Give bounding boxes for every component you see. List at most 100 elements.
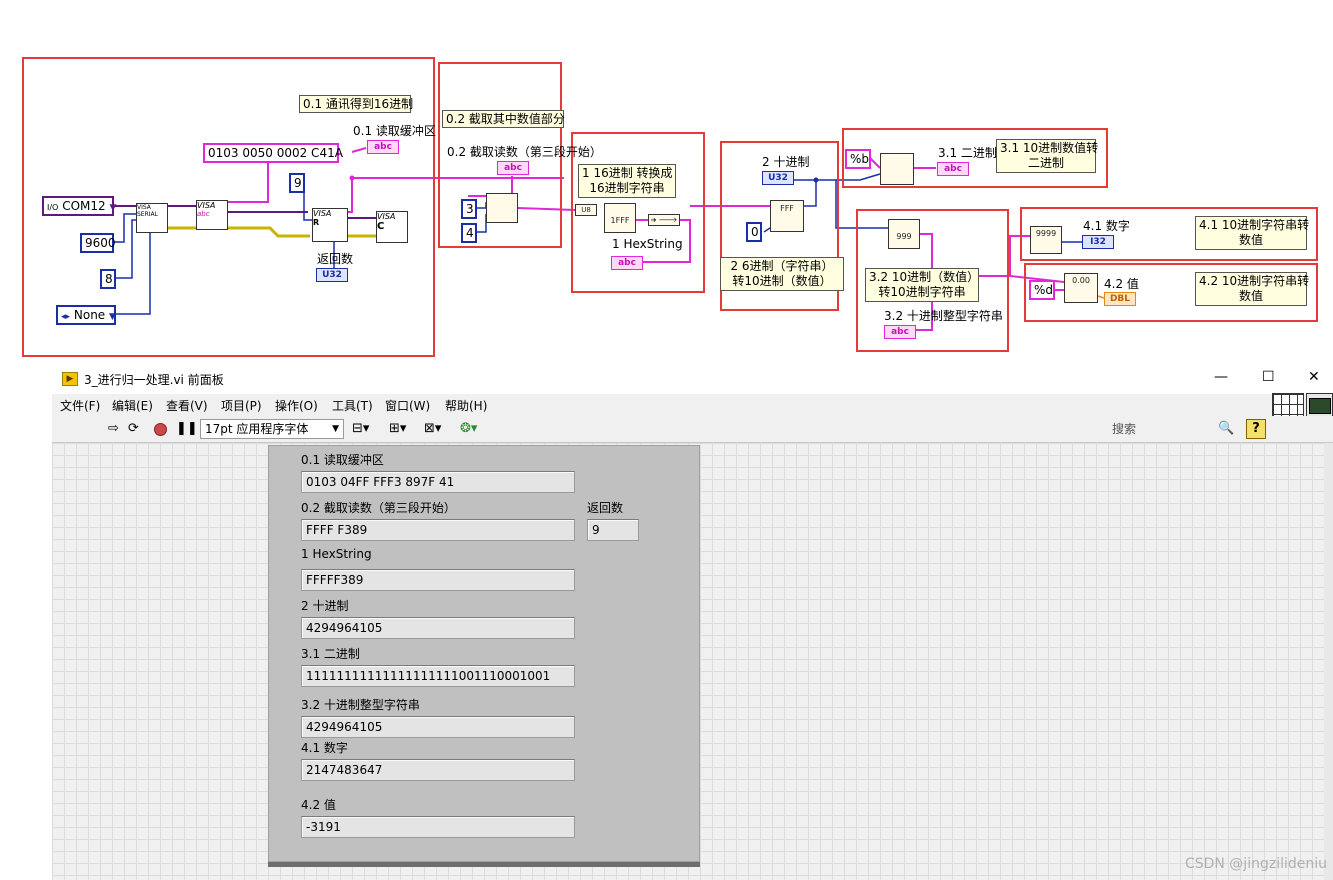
field-binary[interactable]: 11111111111111111111001110001001 [301,665,575,687]
number-indicator[interactable]: I32 [1082,235,1114,249]
note-4-1[interactable]: 4.1 10进制字符串转 数值 [1195,216,1310,250]
search-icon[interactable]: 🔍 [1218,421,1234,437]
menu-operate[interactable]: 操作(O) [275,397,318,414]
field-decimal[interactable]: 4294964105 [301,617,575,639]
offset-constant[interactable]: 3 [461,199,477,219]
run-arrow-icon[interactable]: ⇨ [108,421,119,437]
resize-objects-icon[interactable]: ⊠▾ [424,421,441,437]
parity-constant[interactable]: ◂▸ None ▼ [56,305,116,325]
distribute-objects-icon[interactable]: ⊞▾ [389,421,406,437]
field-cut-read[interactable]: FFFF F389 [301,519,575,541]
font-select-value: 17pt 应用程序字体 [205,422,309,436]
decimal-indicator[interactable]: U32 [762,171,794,185]
return-count-indicator[interactable]: U32 [316,268,348,282]
scan-node-label: 0.00 [1072,276,1090,285]
label-binary: 3.1 二进制 [938,146,997,160]
vertical-scrollbar[interactable] [1324,443,1333,880]
value-indicator[interactable]: DBL [1104,292,1136,306]
cut-read-indicator[interactable]: abc [497,161,529,175]
search-placeholder: 搜索 [1112,422,1137,436]
parity-value: None [73,308,106,322]
align-objects-icon[interactable]: ⊟▾ [352,421,369,437]
number-to-decimal-string-node[interactable]: 999 [888,219,920,249]
abort-icon[interactable] [154,423,167,436]
menu-help[interactable]: 帮助(H) [445,397,487,414]
format-into-string-binary-node[interactable] [880,153,914,185]
help-button[interactable]: ? [1246,419,1266,439]
format-b-constant[interactable]: %b [845,149,871,169]
reorder-icon[interactable]: ❂▾ [460,421,477,437]
note-4-2[interactable]: 4.2 10进制字符串转 数值 [1195,272,1310,306]
field-label-cut-read: 0.2 截取读数（第三段开始） [301,501,456,515]
field-hexstring[interactable]: FFFFF389 [301,569,575,591]
read-buffer-indicator[interactable]: abc [367,140,399,154]
label-hexstring: 1 HexString [612,237,683,251]
baud-rate-constant[interactable]: 9600 [80,233,116,253]
field-label-binary: 3.1 二进制 [301,647,360,661]
note-3-1[interactable]: 3.1 10进制数值转 二进制 [996,139,1099,173]
menu-tools[interactable]: 工具(T) [332,397,373,414]
field-dec-int-str[interactable]: 4294964105 [301,716,575,738]
front-panel-canvas[interactable]: 0.1 读取缓冲区 0103 04FF FFF3 897F 41 0.2 截取读… [52,443,1324,880]
menu-edit[interactable]: 编辑(E) [112,397,153,414]
field-read-buffer[interactable]: 0103 04FF FFF3 897F 41 [301,471,575,493]
number-output-node[interactable]: ➜ 🡒 [648,214,680,226]
note-1[interactable]: 1 16进制 转换成 16进制字符串 [578,164,676,198]
note-0-2[interactable]: 0.2 截取其中数值部分 [442,110,565,128]
data-bits-constant[interactable]: 8 [100,269,116,289]
write-string-constant[interactable]: 0103 0050 0002 C41A [203,143,343,163]
menu-file[interactable]: 文件(F) [60,397,100,414]
string-to-byte-node[interactable]: U8 [575,204,597,216]
chevron-down-icon: ▼ [109,312,116,322]
font-select[interactable]: 17pt 应用程序字体 ▼ [200,419,344,439]
hex-node-label: 1FFF [610,216,630,225]
scan-from-string-node[interactable]: 0.00 [1064,273,1098,303]
format-d-constant[interactable]: %d [1029,280,1055,300]
visa-write-abc: abc [197,210,210,218]
search-box[interactable]: 搜索 [1098,419,1228,439]
menu-project[interactable]: 项目(P) [221,397,262,414]
note-4-2-line-2: 数值 [1238,289,1263,303]
menu-bar: 文件(F) 编辑(E) 查看(V) 项目(P) 操作(O) 工具(T) 窗口(W… [52,393,1333,425]
visa-read-r: R [313,218,320,227]
byte-count-constant[interactable]: 9 [289,173,305,193]
run-continuously-icon[interactable]: ⟳ [128,421,139,437]
label-decimal: 2 十进制 [762,155,810,169]
visa-write-node[interactable]: VISA abc [196,200,228,230]
field-return-count[interactable]: 9 [587,519,639,541]
note-3-2[interactable]: 3.2 10进制（数值） 转10进制字符串 [865,268,979,302]
close-button[interactable]: ✕ [1308,369,1320,385]
visa-read-label: VISA [313,209,332,218]
zero-constant[interactable]: 0 [746,222,762,242]
hex-to-string-node[interactable]: 1FFF [604,203,636,233]
decimal-string-to-number-node[interactable]: 9999 [1030,226,1062,254]
note-4-1-line-1: 4.1 10进制字符串转 [1199,218,1310,232]
note-3-1-line-1: 3.1 10进制数值转 [1000,141,1099,155]
note-3-2-line-2: 转10进制字符串 [878,285,966,299]
binary-indicator[interactable]: abc [937,162,969,176]
menu-view[interactable]: 查看(V) [166,397,208,414]
title-bar[interactable]: ▶ 3_进行归一处理.vi 前面板 — ☐ ✕ [52,364,1333,394]
note-3-1-line-2: 二进制 [1027,156,1064,170]
field-number[interactable]: 2147483647 [301,759,575,781]
minimize-button[interactable]: — [1214,369,1228,385]
visa-write-label: VISA [197,201,216,210]
field-value[interactable]: -3191 [301,816,575,838]
hexstring-indicator[interactable]: abc [611,256,643,270]
length-constant[interactable]: 4 [461,223,477,243]
maximize-button[interactable]: ☐ [1262,369,1275,385]
field-label-decimal: 2 十进制 [301,599,349,613]
visa-serial-config-node[interactable]: VISA SERIAL [136,203,168,233]
visa-read-node[interactable]: VISA R [312,208,348,242]
hex-string-to-number-node[interactable]: FFF [770,200,804,232]
note-0-1[interactable]: 0.1 通讯得到16进制 [299,95,413,113]
menu-window[interactable]: 窗口(W) [385,397,430,414]
note-2[interactable]: 2 6进制（字符串） 转10进制（数值） [720,257,844,291]
dec-int-str-indicator[interactable]: abc [884,325,916,339]
string-subset-node[interactable] [486,193,518,223]
visa-close-node[interactable]: VISA C [376,211,408,243]
note-3-2-line-1: 3.2 10进制（数值） [869,270,980,284]
pause-icon[interactable]: ❚❚ [176,421,198,437]
note-4-2-line-1: 4.2 10进制字符串转 [1199,274,1310,288]
com-port-constant[interactable]: I/O COM12 ▼ [42,196,116,216]
